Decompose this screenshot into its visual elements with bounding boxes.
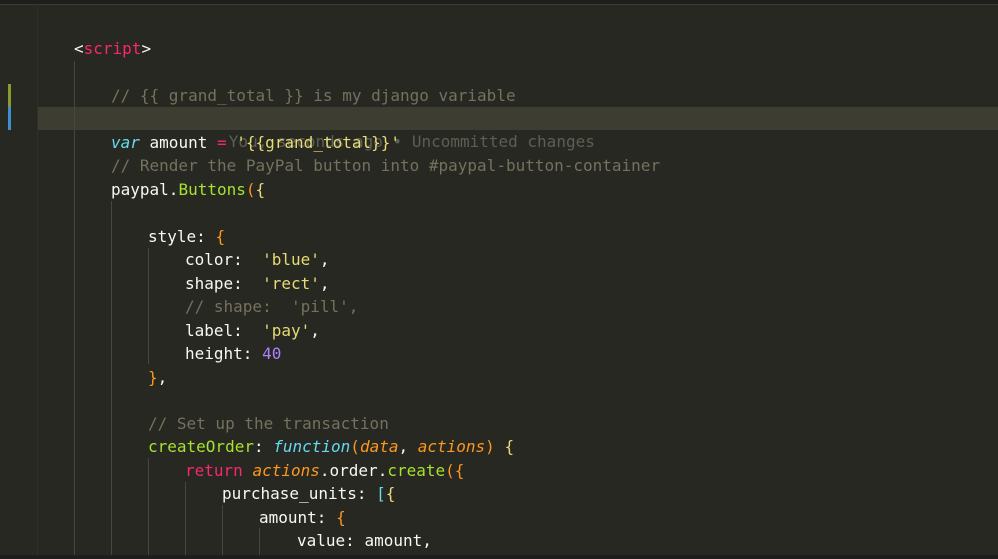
code-line: shape: 'rect', bbox=[185, 272, 330, 295]
code-line: createOrder: function(data, actions) { bbox=[148, 435, 514, 458]
code-token: ) bbox=[485, 437, 495, 456]
code-line: purchase_units: [{ bbox=[222, 482, 395, 505]
code-token: value bbox=[297, 531, 346, 550]
code-token: , bbox=[310, 321, 320, 340]
code-token: height bbox=[185, 344, 243, 363]
code-token: // Render the PayPal button into #paypal… bbox=[111, 156, 661, 175]
code-token: : bbox=[316, 508, 337, 527]
code-token: . bbox=[319, 461, 330, 480]
code-token: 'blue' bbox=[262, 250, 320, 269]
code-token: [ bbox=[376, 484, 386, 503]
code-line: style: { bbox=[148, 225, 225, 248]
code-line: // Render the PayPal button into #paypal… bbox=[111, 154, 660, 177]
code-token: ( bbox=[445, 461, 455, 480]
code-token: : bbox=[242, 344, 263, 363]
code-token: { bbox=[385, 484, 396, 503]
code-line: amount: { bbox=[259, 506, 346, 529]
code-token: : bbox=[233, 250, 263, 269]
code-token: style bbox=[148, 227, 197, 246]
code-token: ( bbox=[245, 180, 256, 199]
code-token: actions bbox=[417, 437, 486, 456]
code-token: : bbox=[233, 274, 263, 293]
code-token: '{{grand_total}}' bbox=[236, 133, 401, 152]
editor-bottom-bar bbox=[0, 555, 998, 559]
code-editor[interactable]: 012345678901234567890123 <script> // {{ … bbox=[0, 0, 998, 559]
code-line: return actions.order.create({ bbox=[185, 459, 464, 482]
code-token: paypal bbox=[111, 180, 169, 199]
code-token: , bbox=[319, 250, 330, 269]
code-token: : bbox=[233, 321, 263, 340]
code-line: var amount = '{{grand_total}}' bbox=[111, 131, 400, 154]
code-line: }, bbox=[148, 366, 167, 389]
code-token: : bbox=[345, 531, 365, 550]
code-token: // Set up the transaction bbox=[148, 414, 389, 433]
code-token: . bbox=[168, 180, 179, 199]
code-token: 'pay' bbox=[262, 321, 311, 340]
code-token: color bbox=[185, 250, 234, 269]
code-token: actions bbox=[252, 461, 320, 480]
code-line: // Set up the transaction bbox=[148, 412, 389, 435]
code-token: // shape: 'pill', bbox=[185, 297, 359, 316]
code-token: createOrder bbox=[148, 437, 254, 456]
code-token: amount bbox=[139, 133, 217, 152]
code-token: . bbox=[377, 461, 388, 480]
code-token: data bbox=[359, 437, 399, 456]
code-token: var bbox=[111, 133, 140, 152]
code-token: , bbox=[319, 274, 330, 293]
code-token: , bbox=[157, 368, 168, 387]
code-line: height: 40 bbox=[185, 342, 281, 365]
code-token: ( bbox=[350, 437, 360, 456]
code-token: // {{ grand_total }} is my django variab… bbox=[111, 86, 516, 105]
code-token: amount bbox=[364, 531, 423, 550]
code-token: label bbox=[185, 321, 234, 340]
code-area[interactable]: <script> // {{ grand_total }} is my djan… bbox=[0, 0, 998, 559]
code-token: 40 bbox=[262, 344, 282, 363]
code-token: amount bbox=[259, 508, 317, 527]
code-token: order bbox=[329, 461, 378, 480]
code-token: > bbox=[141, 39, 152, 58]
code-line: paypal.Buttons({ bbox=[111, 178, 265, 201]
code-token: 'rect' bbox=[262, 274, 320, 293]
code-token: { bbox=[215, 227, 226, 246]
code-line: <script> bbox=[74, 37, 151, 60]
code-token: : bbox=[196, 227, 216, 246]
code-token: return bbox=[185, 461, 243, 480]
code-token: , bbox=[398, 437, 418, 456]
code-line: // {{ grand_total }} is my django variab… bbox=[111, 84, 516, 107]
code-token: script bbox=[83, 39, 142, 58]
code-token: { bbox=[454, 461, 465, 480]
code-token: Buttons bbox=[178, 180, 246, 199]
code-line: color: 'blue', bbox=[185, 248, 330, 271]
code-token: = bbox=[216, 133, 227, 152]
code-token: { bbox=[255, 180, 266, 199]
code-token: : bbox=[356, 484, 377, 503]
code-token: , bbox=[422, 531, 432, 550]
code-token: function bbox=[273, 437, 351, 456]
code-token: { bbox=[336, 508, 346, 527]
code-token: create bbox=[387, 461, 446, 480]
code-token: { bbox=[504, 437, 515, 456]
code-token: < bbox=[74, 39, 84, 58]
code-line: // shape: 'pill', bbox=[185, 295, 358, 318]
blame-annotation: You, seconds ago • Uncommitted changes bbox=[171, 107, 595, 151]
code-line: label: 'pay', bbox=[185, 319, 320, 342]
code-line: value: amount, bbox=[297, 529, 432, 552]
code-token: : bbox=[253, 437, 274, 456]
code-token: purchase_units bbox=[222, 484, 357, 503]
code-token: } bbox=[148, 368, 158, 387]
code-token: shape bbox=[185, 274, 234, 293]
